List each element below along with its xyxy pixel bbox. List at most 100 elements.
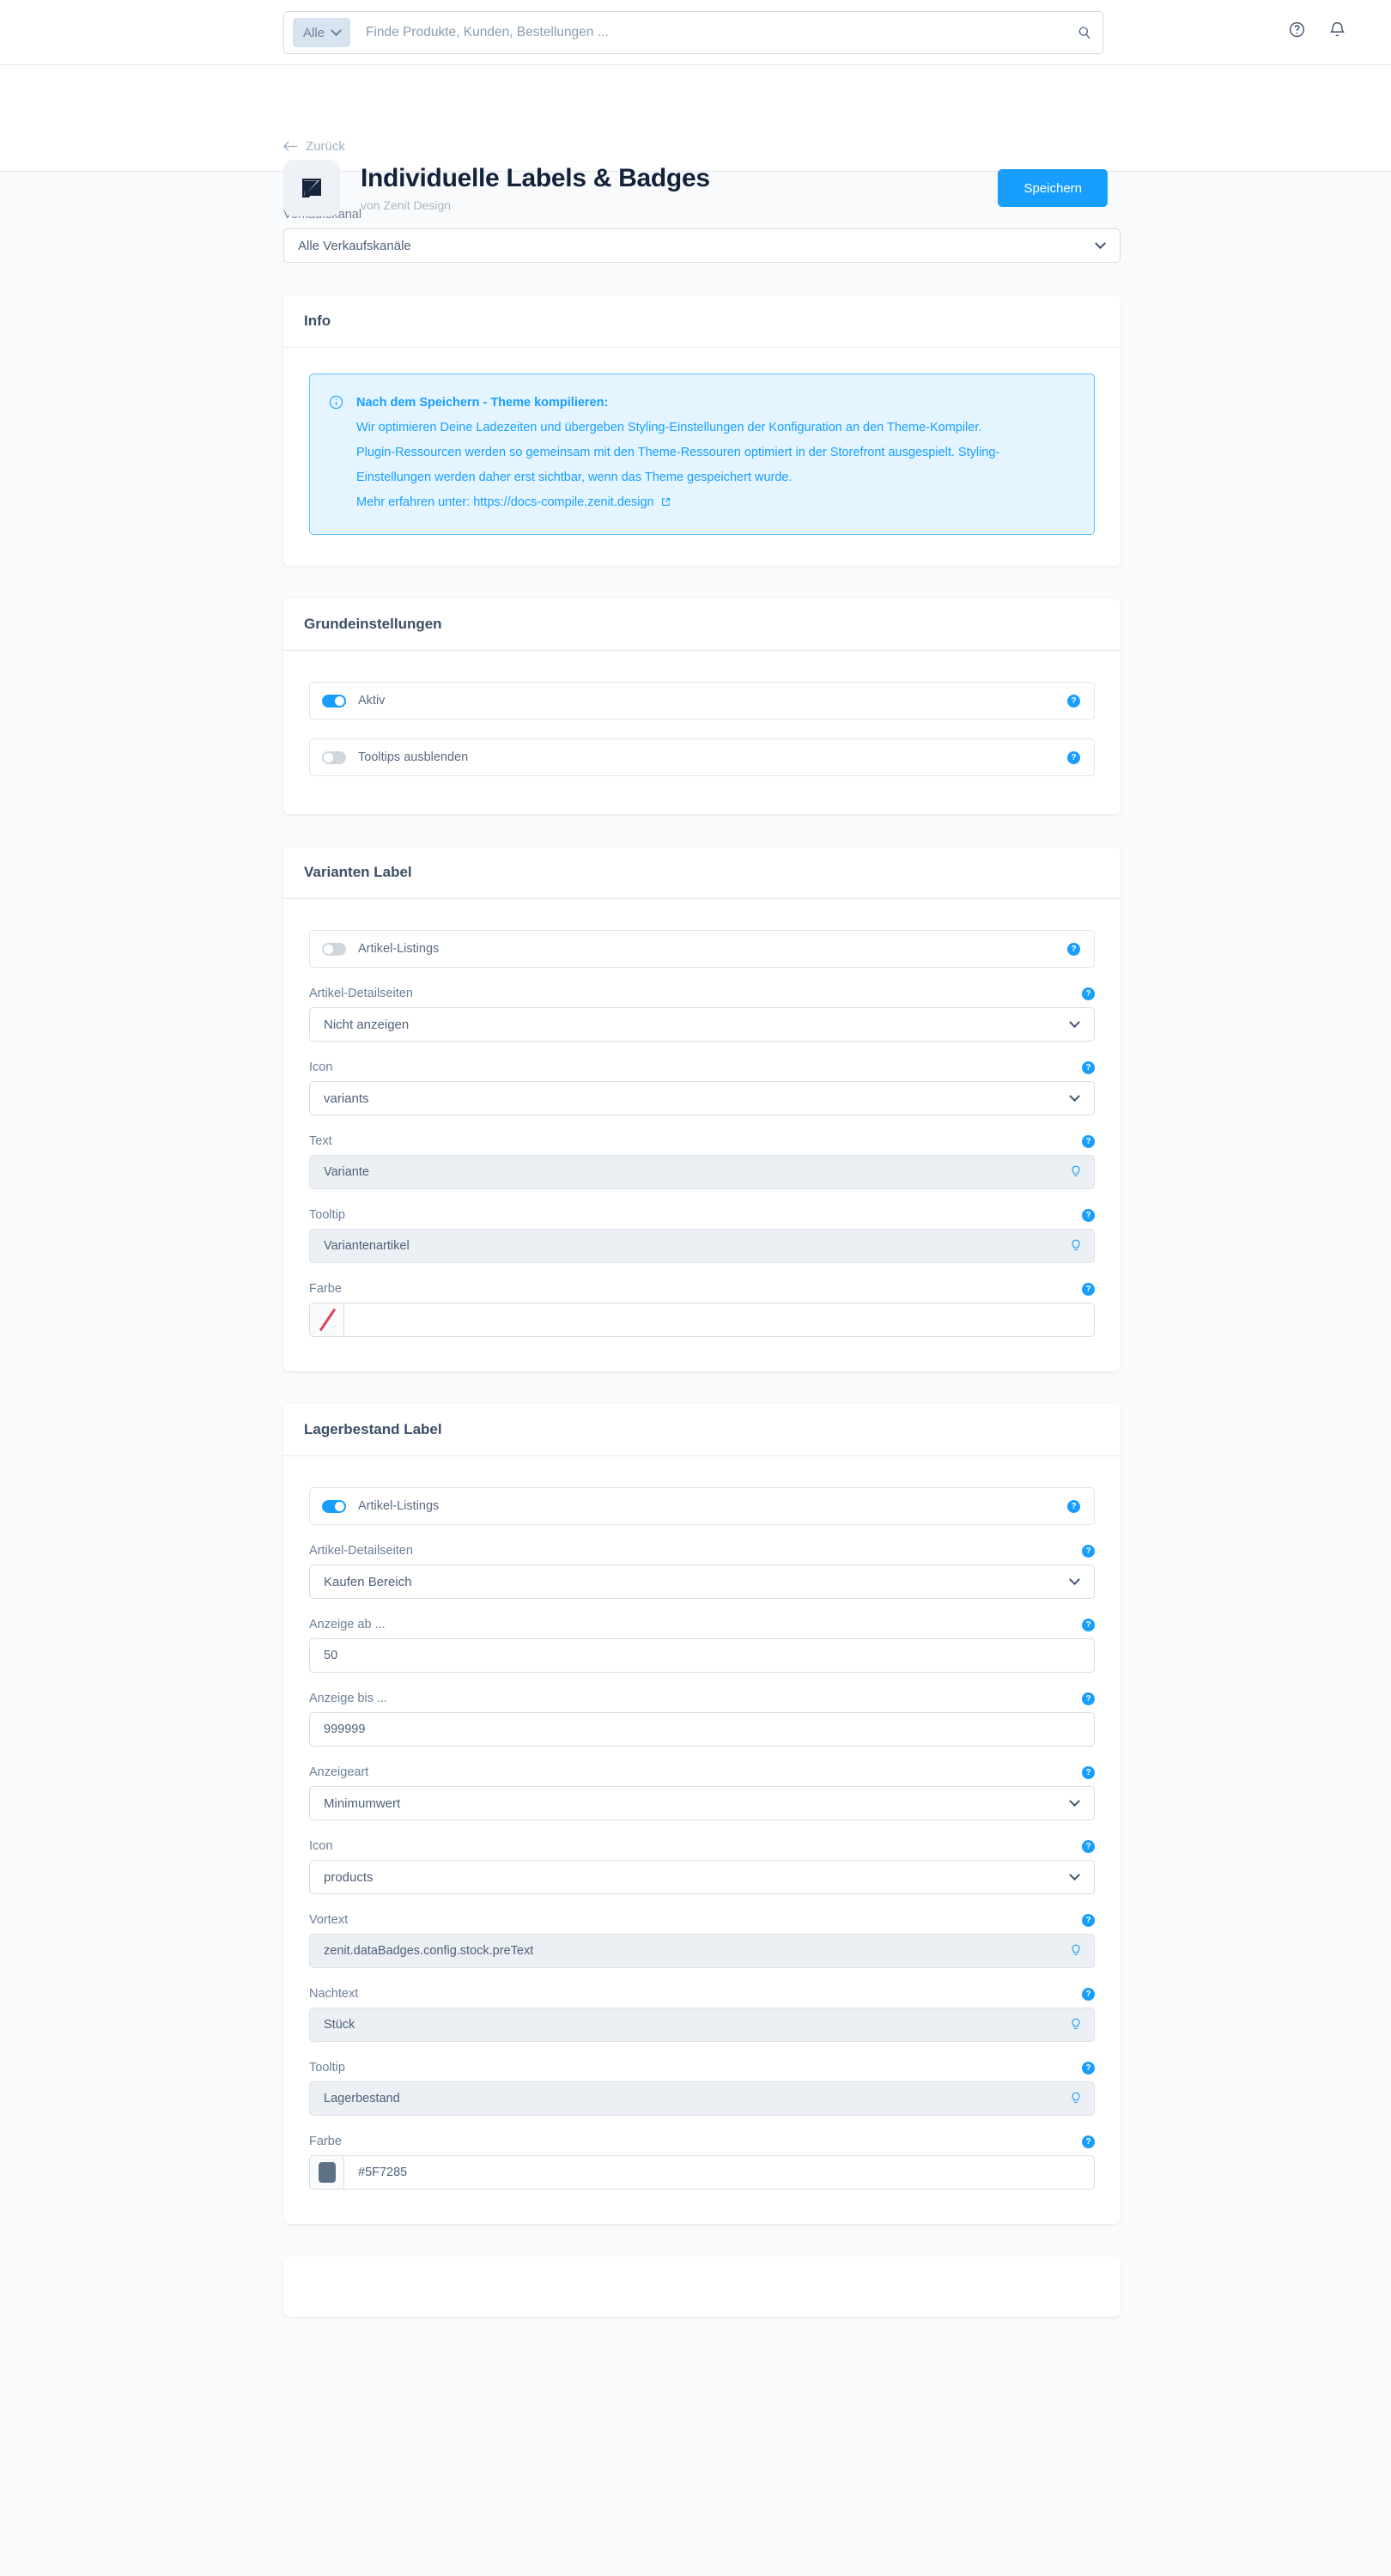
color-swatch-button[interactable] [310,2156,344,2189]
toggle-row-variant-listings[interactable]: Artikel-Listings ? [309,930,1095,968]
help-icon[interactable]: ? [1082,1765,1095,1779]
field-label: Nachtext [309,1987,359,2001]
help-icon[interactable]: ? [1082,1282,1095,1296]
help-icon[interactable]: ? [1082,1692,1095,1705]
field-variant-icon: Icon ? variants [309,1060,1095,1115]
help-icon[interactable]: ? [1082,1618,1095,1631]
help-icon[interactable]: ? [1082,1987,1095,2001]
page-header: Zurück Individuelle Labels & Badges von … [0,65,1391,216]
lightbulb-icon[interactable] [1070,1165,1082,1179]
info-alert: Nach dem Speichern - Theme kompilieren: … [309,374,1095,535]
select-stock-displaytype[interactable]: Minimumwert [309,1786,1095,1820]
info-alert-line3: Einstellungen werden daher erst sichtbar… [356,471,793,484]
lightbulb-icon[interactable] [1070,1944,1082,1958]
top-bar: Alle [0,0,1391,65]
info-card-title: Info [283,295,1121,348]
select-stock-icon[interactable]: products [309,1860,1095,1894]
color-swatch-button[interactable] [310,1303,344,1336]
input-stock-pretext[interactable]: zenit.dataBadges.config.stock.preText [309,1934,1095,1968]
field-stock-color: Farbe ? #5F7285 [309,2135,1095,2190]
select-stock-detailpages[interactable]: Kaufen Bereich [309,1564,1095,1599]
input-variant-tooltip[interactable]: Variantenartikel [309,1229,1095,1263]
input-variant-text[interactable]: Variante [309,1155,1095,1189]
help-icon[interactable]: ? [1082,2061,1095,2075]
toggle-row-tooltips[interactable]: Tooltips ausblenden ? [309,738,1095,776]
toggle-row-stock-listings[interactable]: Artikel-Listings ? [309,1487,1095,1525]
field-value: Stück [324,2018,355,2032]
basic-settings-card: Grundeinstellungen Aktiv ? Tooltips ausb… [283,598,1121,814]
select-value: Kaufen Bereich [324,1574,412,1589]
help-icon[interactable]: ? [1082,1208,1095,1222]
help-icon[interactable]: ? [1067,750,1080,764]
input-stock-tooltip[interactable]: Lagerbestand [309,2081,1095,2116]
field-stock-posttext: Nachtext ? Stück [309,1987,1095,2042]
lightbulb-icon[interactable] [1070,2018,1082,2032]
field-label: Artikel-Detailseiten [309,1544,413,1558]
page-title: Individuelle Labels & Badges [361,164,710,193]
colorpicker-stock[interactable]: #5F7285 [309,2155,1095,2190]
info-alert-line2: Plugin-Ressourcen werden so gemeinsam mi… [356,446,1000,459]
variant-label-title: Varianten Label [283,847,1121,899]
select-variant-icon[interactable]: variants [309,1081,1095,1115]
external-link-icon [661,491,671,516]
help-icon[interactable]: ? [1082,987,1095,1000]
back-link[interactable]: Zurück [283,139,345,154]
help-icon[interactable]: ? [1082,1839,1095,1853]
help-icon[interactable]: ? [1067,694,1080,708]
field-stock-pretext: Vortext ? zenit.dataBadges.config.stock.… [309,1913,1095,1968]
toggle-row-aktiv[interactable]: Aktiv ? [309,682,1095,720]
title-block: Individuelle Labels & Badges von Zenit D… [361,164,998,212]
stock-label-body: Artikel-Listings ? Artikel-Detailseiten … [283,1456,1121,2224]
search-icon[interactable] [1077,25,1092,40]
field-label: Text [309,1134,332,1148]
field-label: Tooltip [309,1208,345,1222]
help-icon[interactable]: ? [1067,942,1080,956]
help-icon[interactable]: ? [1082,1913,1095,1927]
toggle-label-tooltips: Tooltips ausblenden [358,750,469,764]
color-value[interactable]: #5F7285 [344,2156,1094,2189]
toggle-switch-aktiv[interactable] [322,694,346,708]
help-circle-icon[interactable] [1288,21,1306,39]
search-input[interactable] [366,25,1077,40]
global-search[interactable]: Alle [283,11,1103,54]
save-button[interactable]: Speichern [998,169,1108,207]
select-value: Nicht anzeigen [324,1017,410,1032]
search-scope-dropdown[interactable]: Alle [293,18,351,47]
select-value: variants [324,1091,369,1106]
input-stock-posttext[interactable]: Stück [309,2008,1095,2042]
help-icon[interactable]: ? [1082,1134,1095,1148]
field-label: Artikel-Detailseiten [309,987,413,1000]
field-value: Lagerbestand [324,2092,400,2105]
chevron-down-icon [1069,1016,1080,1028]
field-value: Variantenartikel [324,1239,410,1253]
help-icon[interactable]: ? [1067,1499,1080,1513]
toggle-switch-variant-listings[interactable] [322,942,346,956]
bell-icon[interactable] [1328,21,1346,39]
basic-settings-body: Aktiv ? Tooltips ausblenden ? [283,651,1121,814]
stock-label-card: Lagerbestand Label Artikel-Listings ? Ar… [283,1404,1121,2224]
lightbulb-icon[interactable] [1070,2092,1082,2105]
help-icon[interactable]: ? [1082,1544,1095,1558]
input-stock-from[interactable]: 50 [309,1638,1095,1673]
help-icon[interactable]: ? [1082,2135,1095,2148]
color-value[interactable] [344,1303,1094,1336]
field-stock-detailpages: Artikel-Detailseiten ? Kaufen Bereich [309,1544,1095,1599]
toggle-label-stock-listings: Artikel-Listings [358,1499,440,1513]
chevron-down-icon [1069,1795,1080,1807]
toggle-switch-tooltips[interactable] [322,750,346,764]
info-icon [329,394,344,516]
content-area: Verkaufskanal Alle Verkaufskanäle Info [0,172,1391,2317]
back-label: Zurück [306,139,345,154]
colorpicker-variant[interactable] [309,1303,1095,1337]
chevron-down-icon [1069,1573,1080,1585]
toggle-switch-stock-listings[interactable] [322,1499,346,1513]
select-variant-detailpages[interactable]: Nicht anzeigen [309,1007,1095,1042]
input-stock-to[interactable]: 999999 [309,1712,1095,1747]
help-icon[interactable]: ? [1082,1060,1095,1074]
page-subtitle: von Zenit Design [361,197,452,212]
field-label: Farbe [309,2135,342,2148]
search-scope-label: Alle [303,25,325,40]
docs-link[interactable]: https://docs-compile.zenit.design [473,495,653,509]
lightbulb-icon[interactable] [1070,1239,1082,1253]
saleschannel-select[interactable]: Alle Verkaufskanäle [283,228,1121,263]
